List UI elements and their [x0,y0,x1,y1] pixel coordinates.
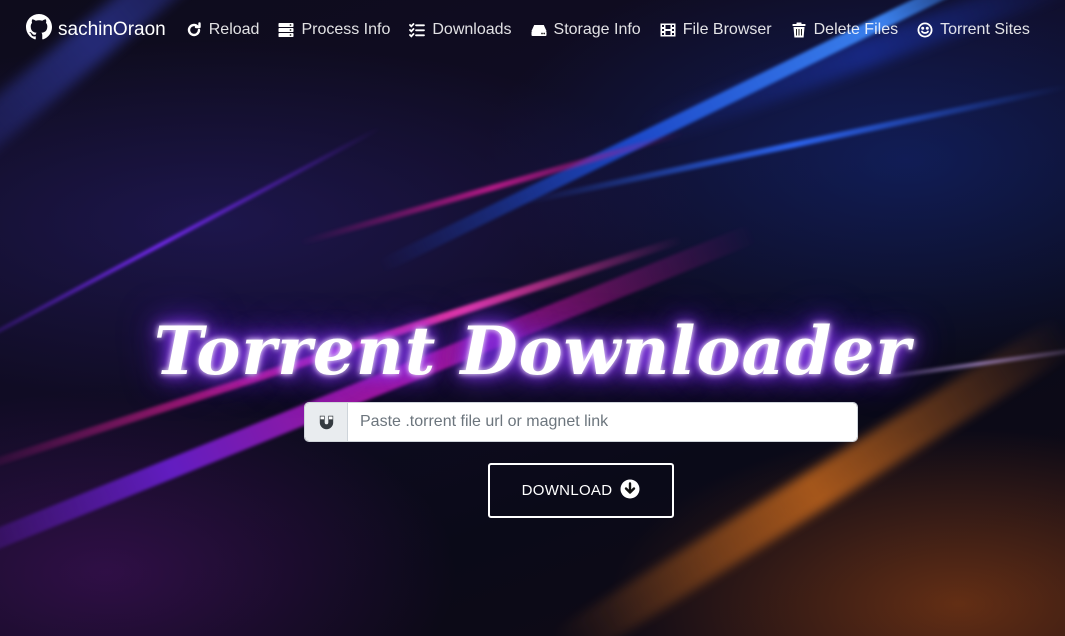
magnet-input-group [305,403,857,441]
nav-torrent-sites[interactable]: Torrent Sites [917,21,1030,39]
arrow-circle-down-icon [620,479,640,503]
nav-file-browser[interactable]: File Browser [660,21,772,39]
hdd-icon [531,22,547,38]
magnet-link-input[interactable] [348,403,857,441]
nav-file-browser-label: File Browser [682,21,772,38]
brand-link[interactable]: sachinOraon [26,14,166,46]
reload-icon [186,22,202,38]
nav-process-info[interactable]: Process Info [278,21,390,39]
page-title: Torrent Downloader [153,312,912,391]
nav-delete-files[interactable]: Delete Files [791,21,898,39]
github-icon [26,14,52,46]
trash-icon [791,22,807,38]
brand-label: sachinOraon [58,19,166,40]
nav-storage-info-label: Storage Info [553,21,641,38]
download-button-label: DOWNLOAD [521,482,613,499]
nav-storage-info[interactable]: Storage Info [531,21,641,39]
tasks-icon [409,22,426,38]
server-icon [278,22,294,38]
navbar: sachinOraon Reload Process Info Download… [0,0,1065,60]
nav-delete-files-label: Delete Files [813,21,899,38]
nav-reload[interactable]: Reload [186,21,260,39]
nav-downloads[interactable]: Downloads [409,21,512,39]
film-icon [660,22,676,38]
nav-process-info-label: Process Info [301,21,391,38]
nav-torrent-sites-label: Torrent Sites [940,21,1030,38]
smile-icon [917,22,933,38]
nav-reload-label: Reload [208,21,260,38]
magnet-icon [305,403,348,441]
nav-downloads-label: Downloads [432,21,512,38]
download-button[interactable]: DOWNLOAD [488,463,674,518]
